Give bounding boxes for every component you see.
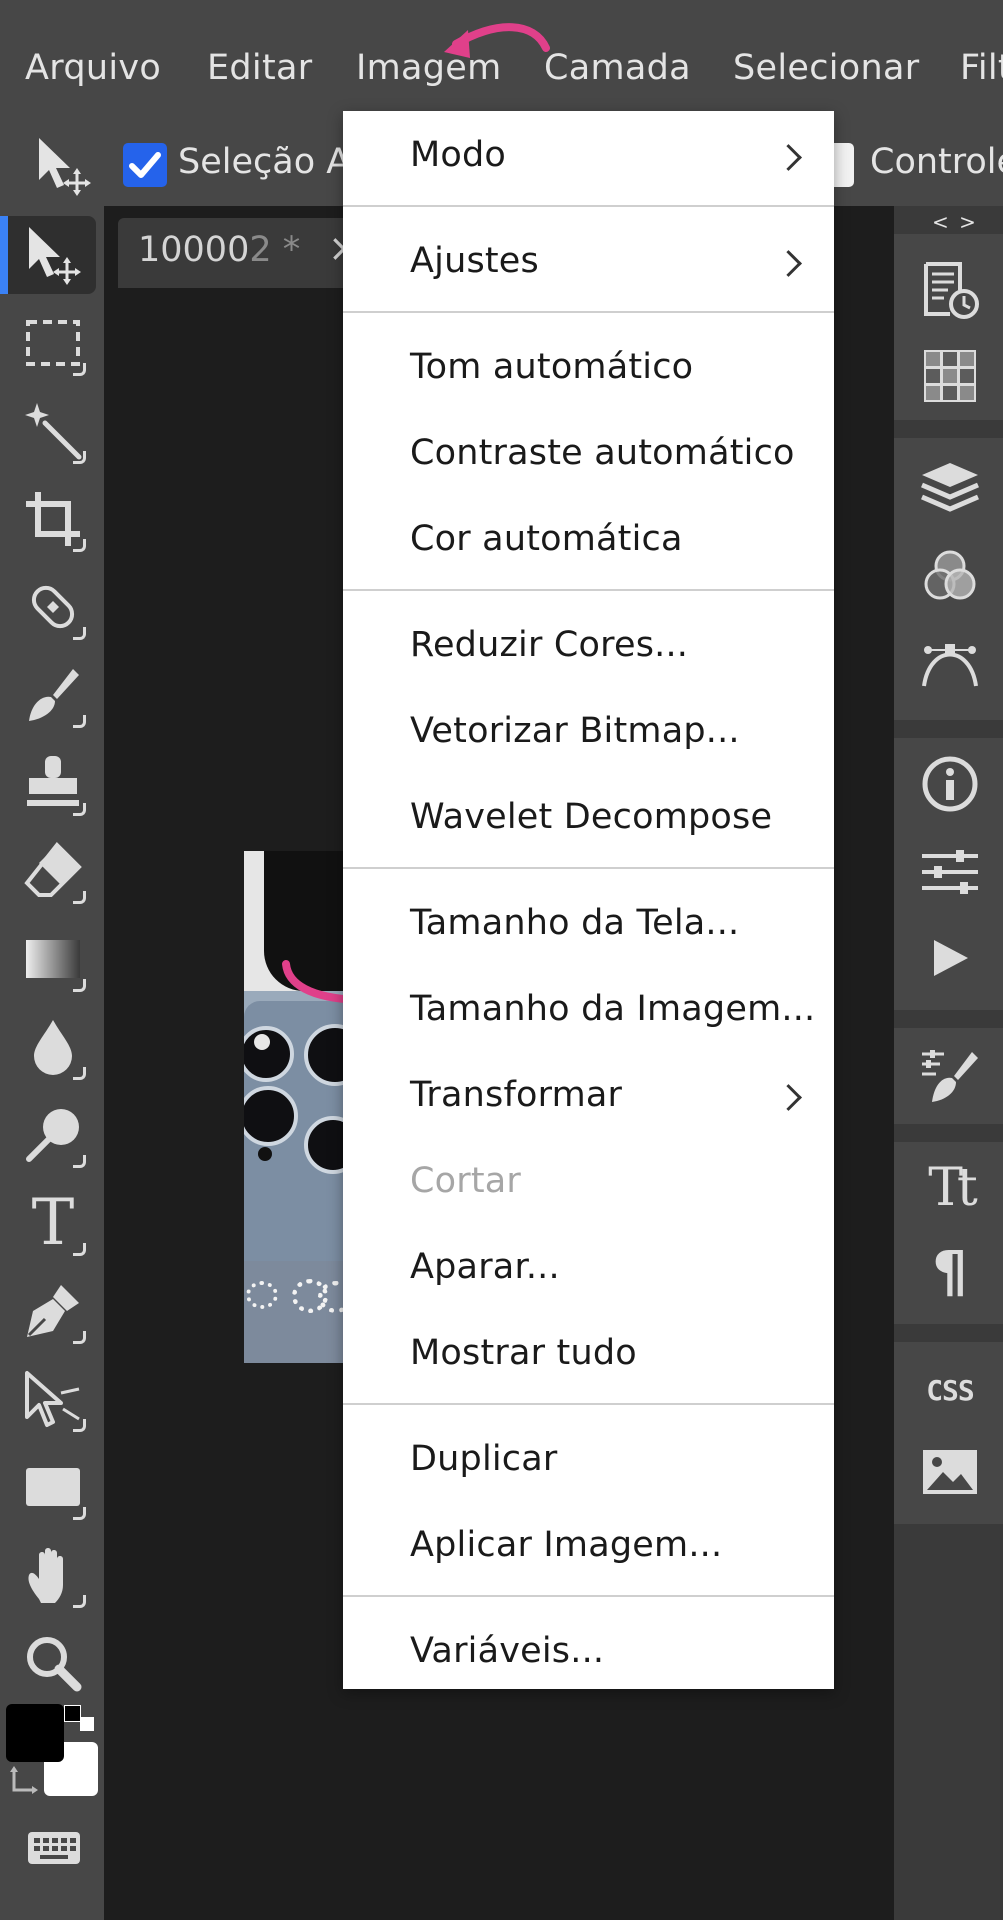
document-title: 100002 *	[138, 230, 300, 270]
document-title-bright: 10000	[138, 230, 250, 270]
auto-select-checkbox[interactable]	[123, 143, 167, 187]
menu-item-aplicar-imagem[interactable]: Aplicar Imagem...	[410, 1525, 722, 1565]
stamp-tool-icon[interactable]	[18, 748, 88, 818]
menu-item-ajustes[interactable]: Ajustes	[410, 241, 539, 281]
menu-selecionar[interactable]: Selecionar	[733, 48, 919, 88]
panel-group-character: Tt ¶	[894, 1142, 1003, 1324]
magic-wand-tool-icon[interactable]	[18, 396, 88, 466]
panel-collapse-toggle[interactable]: < >	[932, 210, 978, 234]
history-icon[interactable]	[920, 260, 980, 320]
menu-filtro[interactable]: Filt	[960, 48, 1003, 88]
type-tool-icon[interactable]: T	[18, 1188, 88, 1258]
menu-item-vetorizar-bitmap[interactable]: Vetorizar Bitmap...	[410, 711, 740, 751]
paragraph-icon[interactable]: ¶	[920, 1239, 980, 1305]
submenu-chevron-icon	[775, 144, 802, 171]
auto-select-label: Seleção A	[178, 142, 351, 182]
character-glyph: Tt	[928, 1158, 978, 1218]
menu-item-tamanho-da-tela[interactable]: Tamanho da Tela...	[410, 903, 739, 943]
shape-tool-icon[interactable]	[18, 1452, 88, 1522]
dodge-tool-icon[interactable]	[18, 1100, 88, 1170]
menu-item-wavelet-decompose[interactable]: Wavelet Decompose	[410, 797, 772, 837]
blur-tool-icon[interactable]	[18, 1012, 88, 1082]
layers-icon[interactable]	[920, 458, 980, 518]
default-colors-icon[interactable]	[64, 1705, 94, 1731]
panel-group-history	[894, 234, 1003, 420]
menu-camada[interactable]: Camada	[544, 48, 691, 88]
menu-item-aparar[interactable]: Aparar...	[410, 1247, 560, 1287]
document-title-dim: 2 *	[249, 230, 301, 270]
document-tab[interactable]: 100002 * ×	[118, 218, 368, 288]
crop-tool-icon[interactable]	[18, 484, 88, 554]
panel-group-layers	[894, 438, 1003, 720]
properties-icon[interactable]	[920, 842, 980, 902]
healing-tool-icon[interactable]	[18, 572, 88, 642]
css-label: CSS	[926, 1373, 975, 1407]
menu-separator	[343, 1595, 834, 1597]
menu-item-variaveis[interactable]: Variáveis...	[410, 1631, 604, 1671]
annotation-arrow-icon	[444, 23, 550, 58]
pen-tool-icon[interactable]	[18, 1276, 88, 1346]
path-select-tool-icon[interactable]	[18, 1364, 88, 1434]
move-tool-icon[interactable]	[18, 220, 88, 290]
menu-arquivo[interactable]: Arquivo	[25, 48, 161, 88]
eraser-tool-icon[interactable]	[18, 836, 88, 906]
swatches-icon[interactable]	[920, 346, 980, 406]
menu-item-tamanho-da-imagem[interactable]: Tamanho da Imagem...	[410, 989, 815, 1029]
submenu-chevron-icon	[775, 250, 802, 277]
submenu-chevron-icon	[775, 1084, 802, 1111]
right-panel: < > Tt ¶ CSS	[894, 206, 1003, 1920]
menu-editar[interactable]: Editar	[207, 48, 312, 88]
menu-separator	[343, 589, 834, 591]
menu-separator	[343, 867, 834, 869]
paths-icon[interactable]	[920, 634, 980, 694]
channels-icon[interactable]	[920, 546, 980, 606]
menu-item-cortar: Cortar	[410, 1161, 522, 1201]
brush-settings-icon[interactable]	[920, 1046, 980, 1106]
menu-item-reduzir-cores[interactable]: Reduzir Cores...	[410, 625, 688, 665]
menu-item-transformar[interactable]: Transformar	[410, 1075, 622, 1115]
info-icon[interactable]	[920, 754, 980, 814]
menu-item-duplicar[interactable]: Duplicar	[410, 1439, 557, 1479]
css-icon[interactable]: CSS	[920, 1360, 980, 1420]
menu-separator	[343, 311, 834, 313]
menu-item-contraste-automatico[interactable]: Contraste automático	[410, 433, 795, 473]
menu-item-modo[interactable]: Modo	[410, 135, 506, 175]
tool-bar: T	[0, 206, 104, 1920]
gradient-tool-icon[interactable]	[18, 924, 88, 994]
menu-item-tom-automatico[interactable]: Tom automático	[410, 347, 693, 387]
move-tool-indicator-icon	[33, 136, 93, 200]
foreground-color-swatch[interactable]	[6, 1704, 64, 1762]
keyboard-icon[interactable]	[26, 1830, 82, 1870]
type-tool-glyph: T	[31, 1186, 75, 1260]
panel-group-brush	[894, 1028, 1003, 1124]
actions-play-icon[interactable]	[920, 928, 980, 988]
transform-controls-label: Controle	[870, 142, 1003, 182]
swap-colors-icon[interactable]	[10, 1766, 40, 1800]
marquee-tool-icon[interactable]	[18, 308, 88, 378]
menu-bar: Arquivo Editar Imagem Camada Selecionar …	[0, 0, 1003, 120]
paragraph-glyph: ¶	[932, 1239, 968, 1305]
zoom-tool-icon[interactable]	[18, 1628, 88, 1698]
menu-item-cor-automatica[interactable]: Cor automática	[410, 519, 683, 559]
hand-tool-icon[interactable]	[18, 1540, 88, 1610]
panel-group-info	[894, 738, 1003, 1010]
brush-tool-icon[interactable]	[18, 660, 88, 730]
menu-separator	[343, 1403, 834, 1405]
menu-item-mostrar-tudo[interactable]: Mostrar tudo	[410, 1333, 637, 1373]
menu-separator	[343, 205, 834, 207]
character-icon[interactable]: Tt	[920, 1158, 980, 1218]
image-icon[interactable]	[920, 1442, 980, 1502]
panel-group-css: CSS	[894, 1342, 1003, 1524]
image-menu-dropdown: Modo Ajustes Tom automático Contraste au…	[343, 111, 834, 1689]
active-tool-indicator	[0, 216, 8, 294]
